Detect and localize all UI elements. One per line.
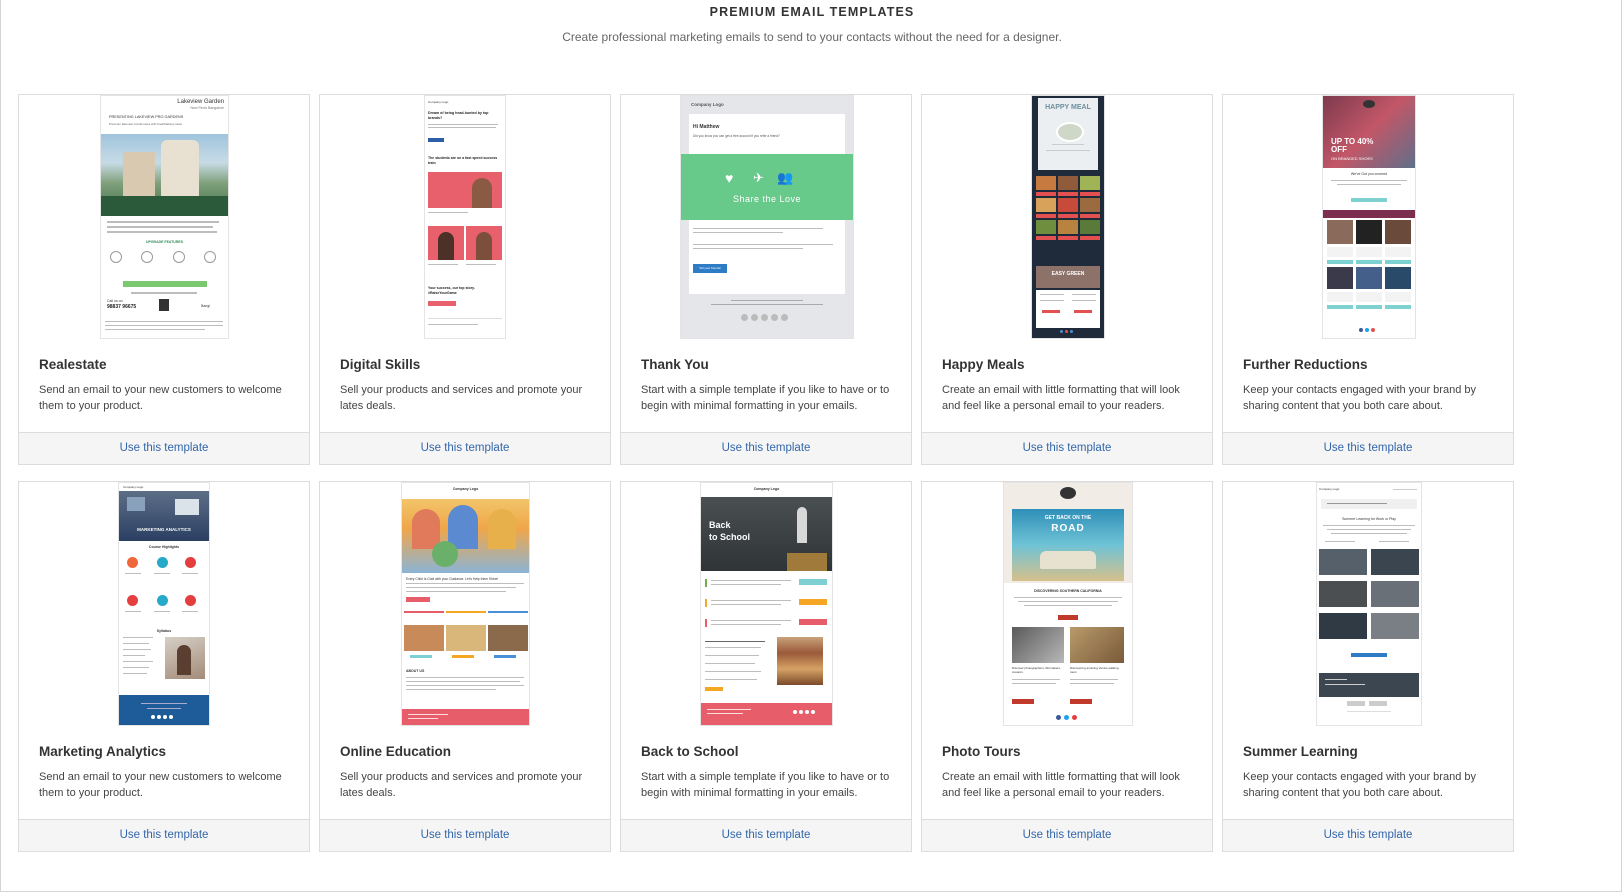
thumb-text: Bangi: [201, 304, 210, 308]
thumb-text: Every Child Is Gold with your Guidance. …: [406, 577, 499, 581]
thumb-text: Share the Love: [732, 194, 802, 204]
template-card-thank-you: Company Logo Hi Matthew Did you know you…: [620, 94, 912, 465]
page-title: PREMIUM EMAIL TEMPLATES: [709, 5, 915, 19]
thumb-text: GET BACK ON THE: [1044, 515, 1092, 521]
thumb-text: UP TO 40% OFF: [1331, 137, 1374, 154]
card-title: Back to School: [641, 744, 739, 759]
thumb-text: Hi Matthew: [693, 124, 720, 130]
thumb-text: New Finds Bangalore: [190, 106, 224, 110]
thumb-text: Did you know you can get a free account …: [693, 134, 780, 138]
thumb-text: 98837 96675: [107, 304, 137, 310]
use-template-button[interactable]: Use this template: [922, 432, 1212, 464]
card-description: Keep your contacts engaged with your bra…: [1243, 384, 1476, 412]
thumb-text: Syllabus: [156, 629, 172, 633]
thumb-text: Summer Learning for Work or Play: [1342, 517, 1396, 521]
template-card-summer-learning: Company Logo Summer Learning for Work or…: [1222, 481, 1514, 852]
thumb-text: #RaiseYourGame: [428, 291, 457, 295]
template-card-photo-tours: GET BACK ON THE ROAD DISCOVERING SOUTHER…: [921, 481, 1213, 852]
use-template-button[interactable]: Use this template: [621, 432, 911, 464]
card-title: Realestate: [39, 357, 107, 372]
card-title: Online Education: [340, 744, 452, 759]
thumb-text: Tell your friends!: [693, 264, 727, 273]
template-card-happy-meals: HAPPY MEAL EASY GREEN Happy Meals Create…: [921, 94, 1213, 465]
template-thumbnail[interactable]: HAPPY MEAL EASY GREEN: [922, 95, 1212, 339]
thumb-text: Course Highlights: [148, 545, 180, 549]
thumb-text: The students are on a fast speed success…: [428, 156, 498, 165]
page-subtitle: Create professional marketing emails to …: [562, 30, 1062, 44]
thumb-text: ABOUT US: [406, 669, 425, 673]
thumb-text: Dream of being head-hunted by top brands…: [428, 111, 489, 120]
thumb-text: Call us on: [107, 299, 123, 303]
card-title: Photo Tours: [942, 744, 1021, 759]
use-template-button[interactable]: Use this template: [1223, 432, 1513, 464]
thumb-text: MARKETING ANALYTICS: [137, 527, 191, 532]
template-thumbnail[interactable]: Company Logo Back to School: [621, 482, 911, 726]
card-description: Start with a simple template if you like…: [641, 771, 890, 799]
thumb-text: Discovering amazing Venice walking tours: [1070, 666, 1119, 674]
thumb-text: Company Logo: [691, 102, 724, 107]
use-template-button[interactable]: Use this template: [1223, 819, 1513, 851]
thumb-text: DISCOVERING SOUTHERN CALIFORNIA: [1034, 589, 1102, 593]
card-description: Create an email with little formatting t…: [942, 771, 1180, 799]
thumb-text: Discover photographers, filmmakers, crea…: [1012, 666, 1061, 674]
card-title: Digital Skills: [340, 357, 421, 372]
template-thumbnail[interactable]: Lakeview Garden New Finds Bangalore PRES…: [19, 95, 309, 339]
card-title: Happy Meals: [942, 357, 1025, 372]
building-photo: [101, 134, 228, 216]
use-template-button[interactable]: Use this template: [19, 432, 309, 464]
card-description: Send an email to your new customers to w…: [39, 771, 282, 799]
use-template-button[interactable]: Use this template: [320, 819, 610, 851]
thumb-text: ROAD: [1051, 523, 1085, 534]
thumb-text: We've Got you covered: [1350, 172, 1388, 176]
card-title: Further Reductions: [1243, 357, 1368, 372]
card-title: Thank You: [641, 357, 709, 372]
template-card-digital-skills: Company Logo Dream of being head-hunted …: [319, 94, 611, 465]
thumb-text: UPGRADE FEATURES: [145, 240, 184, 244]
thumb-text: Company Logo: [1319, 487, 1340, 491]
use-template-button[interactable]: Use this template: [922, 819, 1212, 851]
use-template-button[interactable]: Use this template: [19, 819, 309, 851]
use-template-button[interactable]: Use this template: [621, 819, 911, 851]
thumb-text: EASY GREEN: [1051, 271, 1085, 277]
template-thumbnail[interactable]: Company Logo Hi Matthew Did you know you…: [621, 95, 911, 339]
thumb-text: Company Logo: [753, 487, 780, 491]
thumb-text: ON BRANDED SHOES: [1331, 156, 1373, 161]
template-thumbnail[interactable]: Company Logo MARKETING ANALYTICS Course …: [19, 482, 309, 726]
template-thumbnail[interactable]: UP TO 40% OFF ON BRANDED SHOES We've Got…: [1223, 95, 1513, 339]
thumb-text: to School: [709, 532, 750, 542]
template-card-further-reductions: UP TO 40% OFF ON BRANDED SHOES We've Got…: [1222, 94, 1514, 465]
template-thumbnail[interactable]: GET BACK ON THE ROAD DISCOVERING SOUTHER…: [922, 482, 1212, 726]
template-grid: Lakeview Garden New Finds Bangalore PRES…: [18, 94, 1514, 852]
thumb-text: Company Logo: [123, 485, 144, 489]
share-banner: ♥ ✈ 👥 Share the Love: [681, 154, 853, 220]
thumb-text: PRESENTING LAKEVIEW PRO GARDENS: [109, 115, 184, 119]
card-description: Send an email to your new customers to w…: [39, 384, 282, 412]
template-thumbnail[interactable]: Company Logo Summer Learning for Work or…: [1223, 482, 1513, 726]
card-description: Sell your products and services and prom…: [340, 384, 583, 412]
card-description: Keep your contacts engaged with your bra…: [1243, 771, 1476, 799]
thumb-text: Your success, our top story.: [428, 286, 475, 290]
template-card-realestate: Lakeview Garden New Finds Bangalore PRES…: [18, 94, 310, 465]
thumb-text: Back: [709, 520, 731, 530]
card-title: Marketing Analytics: [39, 744, 167, 759]
template-thumbnail[interactable]: Company Logo Dream of being head-hunted …: [320, 95, 610, 339]
use-template-button[interactable]: Use this template: [320, 432, 610, 464]
template-card-marketing-analytics: Company Logo MARKETING ANALYTICS Course …: [18, 481, 310, 852]
card-description: Start with a simple template if you like…: [641, 384, 890, 412]
thumb-text: Premium lakeview townhouses with breatht…: [109, 122, 183, 126]
template-card-back-to-school: Company Logo Back to School Back to Scho…: [620, 481, 912, 852]
thumb-text: Lakeview Garden: [177, 99, 224, 105]
card-description: Sell your products and services and prom…: [340, 771, 583, 799]
card-description: Create an email with little formatting t…: [942, 384, 1180, 412]
thumb-text: Company Logo: [428, 100, 449, 104]
template-thumbnail[interactable]: Company Logo Every Child Is Gold with yo…: [320, 482, 610, 726]
template-card-online-education: Company Logo Every Child Is Gold with yo…: [319, 481, 611, 852]
card-title: Summer Learning: [1243, 744, 1358, 759]
thumb-text: Company Logo: [452, 487, 479, 491]
thumb-text: HAPPY MEAL: [1045, 104, 1091, 111]
